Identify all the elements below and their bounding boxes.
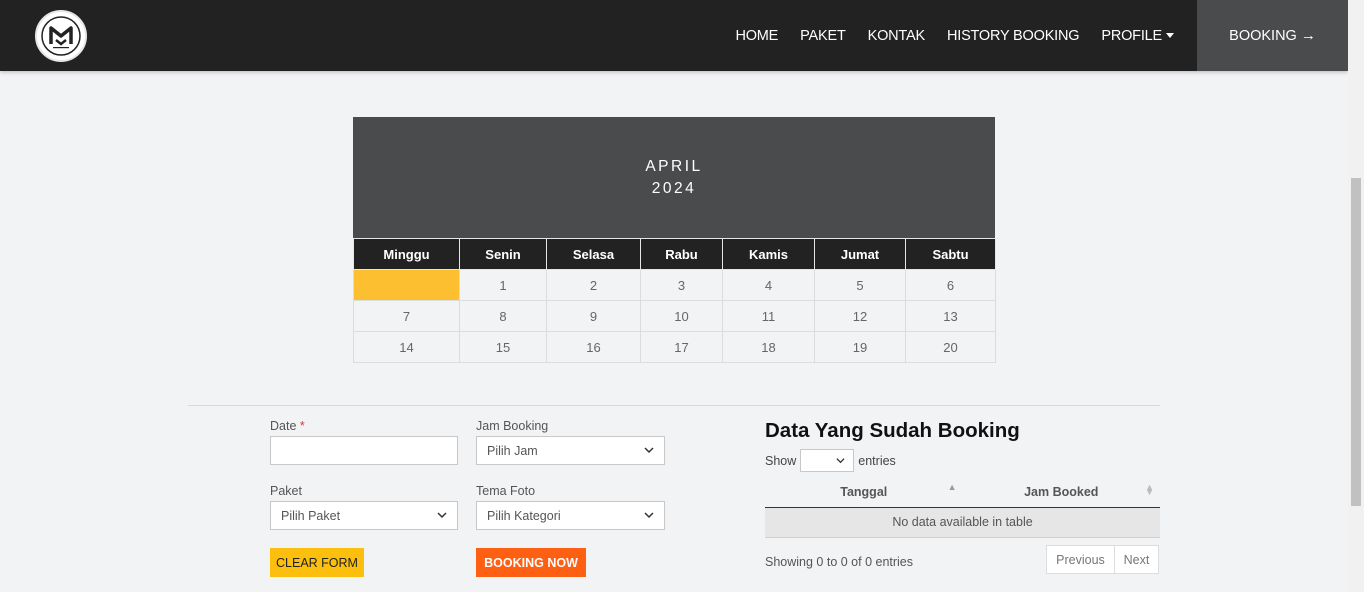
date-label-text: Date	[270, 419, 297, 433]
calendar-day[interactable]: 8	[459, 300, 547, 332]
show-label: Show	[765, 453, 797, 468]
scrollbar-thumb[interactable]	[1351, 178, 1361, 506]
jam-booking-label: Jam Booking	[476, 419, 549, 433]
navbar: HOME PAKET KONTAK HISTORY BOOKING PROFIL…	[0, 0, 1348, 71]
weekday-header: Jumat	[814, 238, 906, 270]
tema-foto-label: Tema Foto	[476, 484, 536, 498]
calendar-day[interactable]: 13	[905, 300, 996, 332]
calendar-day-empty	[353, 269, 460, 301]
jam-booking-select[interactable]: Pilih Jam	[476, 436, 665, 465]
tema-foto-value: Pilih Kategori	[487, 508, 561, 523]
booking-cta-label: BOOKING	[1229, 27, 1297, 44]
calendar-day[interactable]: 14	[353, 331, 460, 363]
empty-table-message: No data available in table	[765, 507, 1160, 538]
previous-page-button[interactable]: Previous	[1046, 545, 1115, 574]
calendar-year: 2024	[651, 179, 697, 197]
nav-home[interactable]: HOME	[735, 28, 778, 44]
sort-both-icon: ▲ ▼	[1145, 482, 1154, 497]
booking-cta-button[interactable]: BOOKING →	[1197, 0, 1348, 71]
brand-logo[interactable]	[35, 10, 87, 62]
entries-length-control: Show entries	[765, 449, 896, 472]
table-header-row: Tanggal ▲ Jam Booked ▲ ▼	[765, 478, 1160, 508]
calendar-day[interactable]: 3	[640, 269, 723, 301]
paket-label: Paket	[270, 484, 302, 498]
table-info: Showing 0 to 0 of 0 entries	[765, 555, 914, 569]
booked-data-table: Tanggal ▲ Jam Booked ▲ ▼ No data availabl…	[765, 478, 1160, 538]
section-divider	[188, 405, 1160, 406]
calendar-day[interactable]: 7	[353, 300, 460, 332]
tema-foto-select[interactable]: Pilih Kategori	[476, 501, 665, 530]
calendar-day[interactable]: 10	[640, 300, 723, 332]
paket-value: Pilih Paket	[281, 508, 341, 523]
arrow-right-icon: →	[1300, 27, 1316, 44]
chevron-down-icon	[836, 458, 845, 464]
calendar-day[interactable]: 12	[814, 300, 906, 332]
weekday-header: Selasa	[546, 238, 641, 270]
column-header-tanggal[interactable]: Tanggal ▲	[765, 478, 963, 508]
calendar-weekday-row: Minggu Senin Selasa Rabu Kamis Jumat Sab…	[353, 238, 996, 270]
date-label: Date *	[270, 419, 305, 433]
weekday-header: Rabu	[640, 238, 723, 270]
entries-length-select[interactable]	[800, 449, 855, 472]
calendar-header: APRIL 2024	[353, 117, 995, 238]
calendar-day[interactable]: 16	[546, 331, 641, 363]
jam-booking-value: Pilih Jam	[487, 443, 538, 458]
calendar-day[interactable]: 5	[814, 269, 906, 301]
next-page-button[interactable]: Next	[1115, 545, 1159, 574]
calendar-day[interactable]: 4	[722, 269, 815, 301]
weekday-header: Sabtu	[905, 238, 996, 270]
chevron-down-icon	[437, 512, 447, 519]
booking-now-button[interactable]: BOOKING NOW	[476, 548, 586, 577]
nav-profile-dropdown[interactable]: PROFILE	[1101, 28, 1174, 44]
calendar: APRIL 2024 Minggu Senin Selasa Rabu Kami…	[353, 117, 996, 363]
calendar-grid: Minggu Senin Selasa Rabu Kamis Jumat Sab…	[353, 238, 996, 363]
calendar-week-row: 7 8 9 10 11 12 13	[353, 300, 996, 332]
calendar-day[interactable]: 2	[546, 269, 641, 301]
calendar-month: APRIL	[645, 157, 703, 175]
booked-data-title: Data Yang Sudah Booking	[765, 419, 1020, 442]
table-row: No data available in table	[765, 507, 1160, 538]
weekday-header: Senin	[459, 238, 547, 270]
calendar-day[interactable]: 15	[459, 331, 547, 363]
required-marker: *	[299, 419, 305, 433]
calendar-day[interactable]: 6	[905, 269, 996, 301]
date-input[interactable]	[270, 436, 458, 465]
chevron-down-icon	[644, 447, 654, 454]
paket-select[interactable]: Pilih Paket	[270, 501, 458, 530]
logo-mark-icon	[41, 16, 81, 56]
calendar-day[interactable]: 19	[814, 331, 906, 363]
nav-menu: HOME PAKET KONTAK HISTORY BOOKING PROFIL…	[713, 0, 1174, 71]
column-header-label: Tanggal	[840, 485, 888, 500]
caret-down-icon	[1166, 33, 1174, 38]
nav-profile-label: PROFILE	[1101, 27, 1162, 44]
calendar-week-row: 14 15 16 17 18 19 20	[353, 331, 996, 363]
sort-asc-icon: ▲	[947, 482, 957, 492]
weekday-header: Kamis	[722, 238, 815, 270]
calendar-day[interactable]: 9	[546, 300, 641, 332]
nav-kontak[interactable]: KONTAK	[868, 28, 926, 44]
nav-paket[interactable]: PAKET	[800, 28, 846, 44]
calendar-day[interactable]: 20	[905, 331, 996, 363]
page-scrollbar[interactable]	[1348, 0, 1364, 592]
column-header-label: Jam Booked	[1024, 485, 1099, 500]
calendar-day[interactable]: 1	[459, 269, 547, 301]
nav-history-booking[interactable]: HISTORY BOOKING	[947, 28, 1080, 44]
clear-form-button[interactable]: CLEAR FORM	[270, 548, 364, 577]
calendar-day[interactable]: 18	[722, 331, 815, 363]
column-header-jam-booked[interactable]: Jam Booked ▲ ▼	[962, 478, 1160, 508]
calendar-day[interactable]: 17	[640, 331, 723, 363]
entries-label: entries	[858, 453, 896, 468]
pagination: Previous Next	[1046, 545, 1159, 574]
chevron-down-icon	[644, 512, 654, 519]
calendar-week-row: 1 2 3 4 5 6	[353, 269, 996, 301]
weekday-header: Minggu	[353, 238, 460, 270]
calendar-day[interactable]: 11	[722, 300, 815, 332]
